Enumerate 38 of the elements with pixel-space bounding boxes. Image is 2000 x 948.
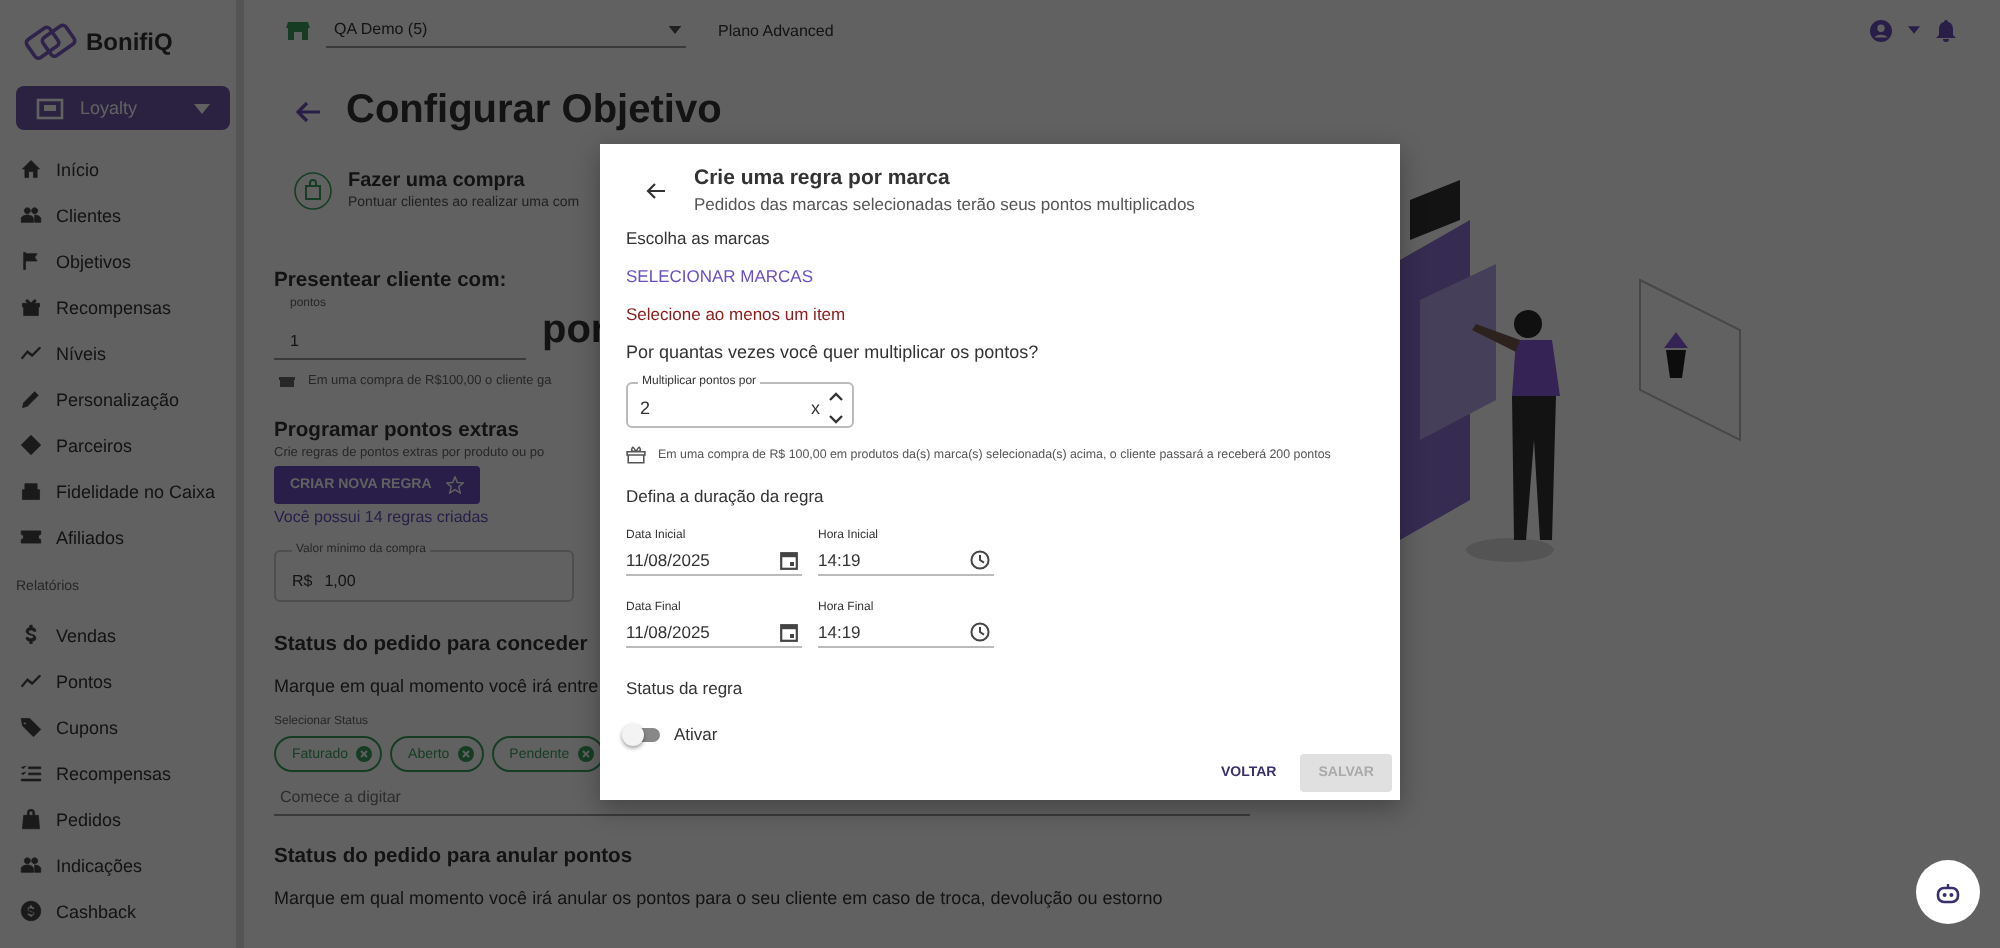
nav-item[interactable]: Pedidos bbox=[16, 796, 220, 842]
section-title: Programar pontos extras bbox=[274, 420, 519, 442]
nav-item[interactable]: Personalização bbox=[16, 376, 220, 422]
dialog-subtitle: Pedidos das marcas selecionadas terão seus pontos multiplicados bbox=[694, 194, 1195, 214]
error-message: Selecione ao menos um item bbox=[626, 304, 846, 324]
nav-item[interactable]: Pontos bbox=[16, 658, 220, 704]
nav-item[interactable]: Vendas bbox=[16, 612, 220, 658]
nav-item[interactable]: Indicações bbox=[16, 842, 220, 888]
nav-item[interactable]: Cupons bbox=[16, 704, 220, 750]
nav-item[interactable]: Cashback bbox=[16, 888, 220, 934]
section-description: Marque em qual momento você irá entre bbox=[274, 676, 599, 696]
nav-item[interactable]: Recompensas bbox=[16, 750, 220, 796]
objective-title: Fazer uma compra bbox=[348, 170, 527, 192]
section-description: Marque em qual momento você irá anular os pontos para o seu cliente em caso de troca, devolução ou estorno bbox=[274, 888, 1163, 908]
nav-item[interactable]: Parceiros bbox=[16, 422, 220, 468]
question-text: Por quantas vezes você quer multiplicar os pontos? bbox=[626, 342, 1039, 362]
nav-item[interactable]: Níveis bbox=[16, 330, 220, 376]
points-unit-text: por bbox=[542, 307, 607, 353]
duration-label: Defina a duração da regra bbox=[626, 486, 824, 506]
plan-label: Plano Advanced bbox=[718, 21, 834, 39]
rules-count-link[interactable]: Você possui 14 regras criadas bbox=[274, 508, 489, 526]
nav-item[interactable]: Fidelidade no Caixa bbox=[16, 468, 220, 514]
select-brands-link[interactable]: SELECIONAR MARCAS bbox=[626, 266, 814, 286]
nav-item[interactable]: Clientes bbox=[16, 192, 220, 238]
nav-item[interactable]: Objetivos bbox=[16, 238, 220, 284]
logo-text: BonifiQ bbox=[86, 28, 173, 56]
nav-item[interactable]: Recompensas bbox=[16, 284, 220, 330]
section-title: Status do pedido para conceder bbox=[274, 634, 588, 656]
section-title: Status do pedido para anular pontos bbox=[274, 846, 633, 868]
nav-item[interactable]: Afiliados bbox=[16, 514, 220, 560]
status-label: Status da regra bbox=[626, 678, 743, 698]
toggle-label: Ativar bbox=[674, 724, 718, 744]
section-title: Presentear cliente com: bbox=[274, 270, 507, 292]
dialog-title: Crie uma regra por marca bbox=[694, 166, 952, 190]
page-title: Configurar Objetivo bbox=[346, 88, 722, 134]
brands-label: Escolha as marcas bbox=[626, 228, 770, 248]
nav-item[interactable]: Início bbox=[16, 146, 220, 192]
store-selector[interactable]: QA Demo (5) bbox=[326, 12, 686, 48]
